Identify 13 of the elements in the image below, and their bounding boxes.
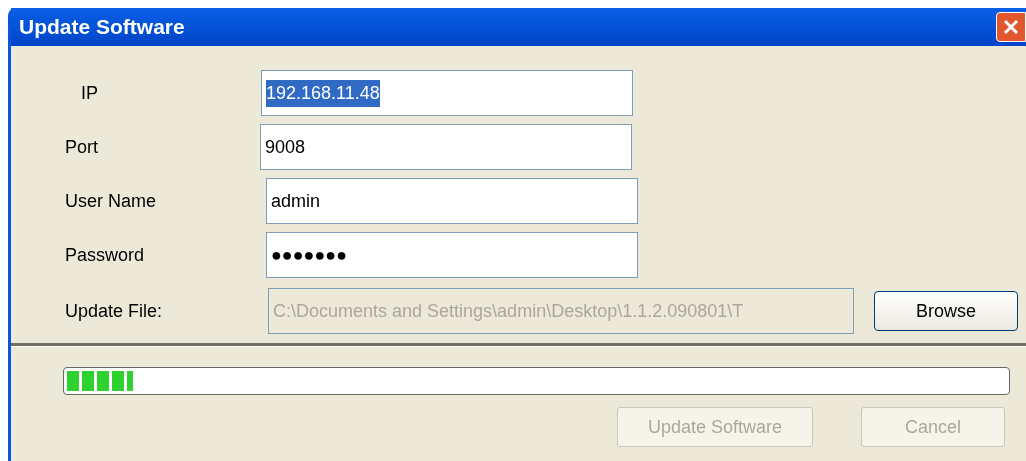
browse-button[interactable]: Browse [874, 291, 1018, 331]
field-label: IP [81, 81, 98, 105]
input-field[interactable]: 9008 [260, 124, 632, 170]
input-field[interactable]: admin [266, 178, 638, 224]
field-label: Update File: [65, 299, 163, 323]
field-label: Password [65, 243, 145, 267]
field-label: User Name [65, 189, 157, 213]
field-label: Port [65, 135, 98, 159]
close-button[interactable] [996, 12, 1026, 42]
input-field[interactable]: 192.168.11.48 [261, 70, 633, 116]
input-field[interactable]: ●●●●●●● [266, 232, 638, 278]
window-title: Update Software [19, 14, 185, 41]
close-icon [1002, 18, 1020, 36]
